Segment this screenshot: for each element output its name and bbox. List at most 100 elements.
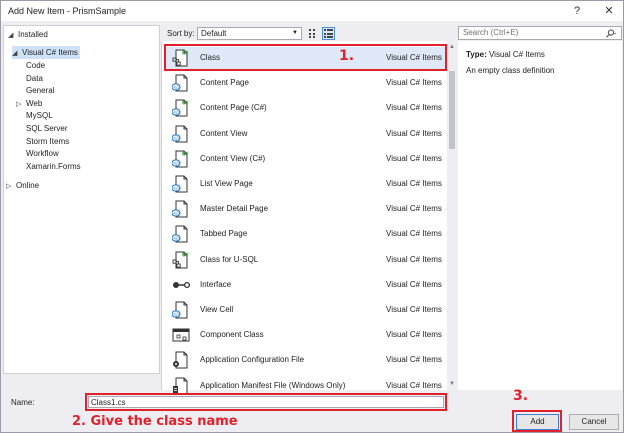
svg-text:</>: </> (173, 211, 180, 217)
tree-item-installed[interactable]: ◢ Installed (8, 28, 48, 41)
template-description: An empty class definition (466, 66, 555, 75)
svg-text:</>: </> (173, 110, 180, 116)
tree-item-storm-items[interactable]: Storm Items (26, 135, 69, 148)
tree-item-online[interactable]: ▷ Online (6, 179, 39, 192)
search-icon (606, 29, 616, 38)
list-icon (324, 29, 333, 38)
manifest-file-icon (173, 377, 188, 395)
template-category: Visual C# Items (386, 380, 442, 390)
svg-text:</>: </> (173, 136, 180, 142)
svg-text:</>: </> (173, 85, 180, 91)
tree-item-web[interactable]: ▷ Web (16, 97, 42, 110)
config-file-icon (173, 351, 188, 369)
template-item-list-view-page[interactable]: </> List View Page Visual C# Items (164, 173, 446, 195)
cancel-button[interactable]: Cancel (569, 414, 619, 430)
chevron-down-icon: ▼ (292, 30, 298, 36)
svg-text:C#: C# (182, 252, 189, 258)
tree-item-data[interactable]: Data (26, 72, 43, 85)
svg-text:C#: C# (182, 101, 189, 107)
small-icons-view-button[interactable] (307, 27, 320, 40)
tree-item-label: MySQL (26, 111, 53, 121)
class-icon: C# (172, 251, 189, 269)
expand-arrow-icon[interactable]: ▷ (16, 98, 26, 111)
template-item-content-view-c[interactable]: C# </> Content View (C#) Visual C# Items (164, 148, 446, 170)
category-tree: ◢ Installed ◢ Visual C# Items Code Data Gene… (3, 25, 160, 374)
template-category: Visual C# Items (386, 279, 442, 289)
interface-icon (173, 281, 190, 288)
template-name: Tabbed Page (200, 229, 248, 239)
template-item-class-for-u-sql[interactable]: C# Class for U-SQL Visual C# Items (164, 249, 446, 271)
svg-text:</>: </> (173, 186, 180, 192)
template-category: Visual C# Items (386, 254, 442, 264)
tree-item-visual-csharp[interactable]: ◢ Visual C# Items (12, 46, 80, 59)
tree-item-label: Code (26, 61, 46, 70)
collapse-arrow-icon[interactable]: ◢ (8, 29, 18, 42)
collapse-arrow-icon[interactable]: ◢ (12, 47, 22, 60)
template-category: Visual C# Items (386, 229, 442, 239)
template-name: List View Page (200, 179, 253, 188)
template-category: Visual C# Items (386, 330, 442, 340)
title-bar: Add New Item - PrismSample ? ✕ (1, 1, 623, 21)
list-view-button[interactable] (322, 27, 335, 40)
tree-item-sql-server[interactable]: SQL Server (26, 122, 68, 135)
template-category: Visual C# Items (386, 153, 442, 163)
template-item-component-class[interactable]: Component Class Visual C# Items (164, 324, 446, 346)
tree-item-code[interactable]: Code (26, 59, 45, 72)
details-pane: Type: Visual C# Items An empty class def… (458, 41, 622, 390)
csharp-page-icon: C#</> (172, 150, 189, 168)
tree-item-workflow[interactable]: Workflow (26, 147, 59, 160)
template-name: Class for U-SQL (200, 254, 259, 264)
template-item-content-view[interactable]: </> Content View Visual C# Items (164, 123, 446, 145)
template-name: Content View (200, 128, 248, 138)
template-category: Visual C# Items (386, 128, 442, 138)
highlight-class-template (164, 44, 447, 71)
annotation-step-2: 2. Give the class name (72, 414, 238, 429)
name-label: Name: (11, 398, 35, 407)
search-input[interactable]: Search (Ctrl+E) (458, 26, 622, 40)
template-category: Visual C# Items (386, 204, 442, 214)
sort-by-dropdown[interactable]: Default ▼ (197, 27, 302, 40)
template-item-content-page[interactable]: </> Content Page Visual C# Items (164, 72, 446, 94)
highlight-add-button (512, 410, 562, 432)
sort-by-label: Sort by: (167, 29, 195, 38)
template-name: Application Manifest File (Windows Only) (200, 380, 346, 390)
template-item-content-page-c[interactable]: C# </> Content Page (C#) Visual C# Items (164, 97, 446, 119)
type-label: Type: (466, 50, 487, 59)
tree-item-label: Web (26, 98, 43, 108)
tree-item-general[interactable]: General (26, 84, 54, 97)
grid-icon (309, 29, 315, 38)
template-name: Content Page (200, 78, 249, 88)
template-name: Content View (C#) (200, 153, 266, 163)
xaml-page-icon: </> (172, 175, 188, 193)
expand-arrow-icon[interactable]: ▷ (6, 180, 16, 193)
annotation-step-3: 3. (513, 388, 529, 404)
xaml-page-icon: </> (172, 200, 188, 218)
close-button[interactable]: ✕ (599, 3, 619, 19)
scroll-down-icon[interactable]: ▼ (447, 379, 457, 389)
tree-item-mysql[interactable]: MySQL (26, 109, 53, 122)
tree-item-label: Xamarin.Forms (26, 161, 81, 171)
template-item-view-cell[interactable]: </> View Cell Visual C# Items (164, 299, 446, 321)
tree-item-xamarin-forms[interactable]: Xamarin.Forms (26, 160, 81, 173)
template-item-master-detail-page[interactable]: </> Master Detail Page Visual C# Items (164, 198, 446, 220)
template-item-tabbed-page[interactable]: </> Tabbed Page Visual C# Items (164, 223, 446, 245)
template-item-application-configuration-file[interactable]: Application Configuration File Visual C# … (164, 349, 446, 371)
tree-item-label: Data (26, 73, 43, 83)
template-item-interface[interactable]: Interface Visual C# Items (164, 274, 446, 296)
help-button[interactable]: ? (567, 3, 587, 19)
scroll-up-icon[interactable]: ▲ (447, 42, 457, 52)
tree-item-label: Workflow (26, 149, 59, 159)
template-category: Visual C# Items (386, 355, 442, 365)
scrollbar-thumb[interactable] (449, 71, 455, 149)
template-category: Visual C# Items (386, 179, 442, 188)
template-name: Interface (200, 279, 232, 289)
svg-text:</>: </> (173, 312, 180, 318)
component-icon (172, 328, 190, 342)
template-list: C# Class Visual C# Items </> Content Page Vis… (161, 41, 447, 395)
template-category: Visual C# Items (386, 78, 442, 88)
tree-item-label: General (26, 86, 55, 96)
xaml-page-icon: </> (172, 301, 188, 319)
type-row: Type: Visual C# Items (466, 50, 545, 59)
annotation-step-1: 1. (339, 48, 355, 64)
add-new-item-dialog: Add New Item - PrismSample ? ✕ ◢ Installe… (0, 0, 624, 433)
